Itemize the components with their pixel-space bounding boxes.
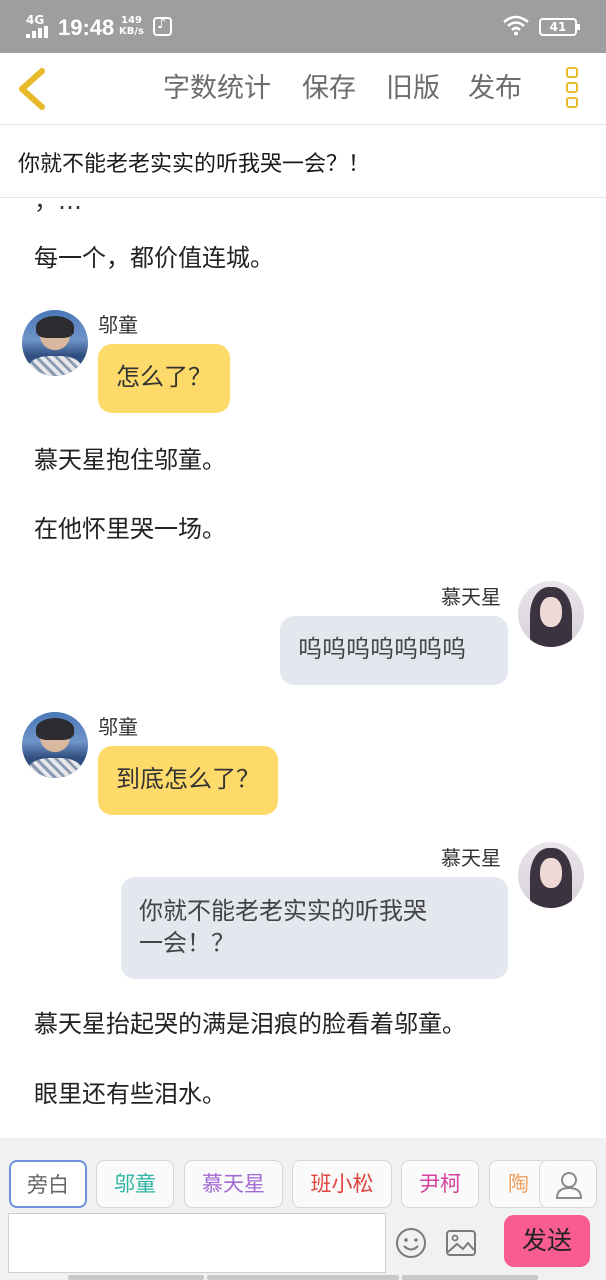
word-count-button[interactable]: 字数统计 xyxy=(163,71,271,107)
chat-bubble-right[interactable]: 你就不能老老实实的听我哭 一会！？ xyxy=(121,877,508,979)
music-icon xyxy=(153,16,172,36)
role-label: 尹柯 xyxy=(419,1172,461,1196)
send-button[interactable]: 发送 xyxy=(504,1215,590,1267)
network-type: 4G xyxy=(26,13,45,27)
role-label: 慕天星 xyxy=(202,1172,265,1196)
divider xyxy=(68,1275,204,1280)
save-button[interactable]: 保存 xyxy=(302,71,356,107)
user-icon xyxy=(555,1172,583,1199)
narration-line[interactable]: 慕天星抬起哭的满是泪痕的脸看着邬童。 xyxy=(34,1009,466,1039)
status-bar: 4G 19:48 149 KB/s 41 xyxy=(0,0,606,53)
avatar-wutong[interactable] xyxy=(22,310,88,376)
battery-icon: 41 xyxy=(539,18,580,36)
speaker-name: 邬童 xyxy=(98,313,138,337)
avatar-mutianxing[interactable] xyxy=(518,581,584,647)
speaker-name: 邬童 xyxy=(98,715,138,739)
signal-icon xyxy=(26,26,50,38)
role-tab-wutong[interactable]: 邬童 xyxy=(96,1160,174,1208)
speaker-name: 慕天星 xyxy=(441,846,501,870)
emoji-icon[interactable] xyxy=(394,1226,428,1260)
publish-button[interactable]: 发布 xyxy=(468,71,522,107)
divider xyxy=(207,1275,399,1280)
image-icon[interactable] xyxy=(444,1226,478,1260)
old-version-button[interactable]: 旧版 xyxy=(386,71,440,107)
role-label: 旁白 xyxy=(27,1173,69,1197)
cut-off-text: ，… xyxy=(34,199,82,215)
chevron-left-icon[interactable] xyxy=(12,65,56,113)
speaker-name: 慕天星 xyxy=(441,585,501,609)
role-label: 班小松 xyxy=(310,1172,374,1196)
network-speed-unit: KB/s xyxy=(119,26,144,37)
role-label: 邬童 xyxy=(114,1172,156,1196)
avatar-mutianxing[interactable] xyxy=(518,842,584,908)
status-time: 19:48 xyxy=(58,15,115,40)
role-tab-yinke[interactable]: 尹柯 xyxy=(401,1160,479,1208)
network-speed: 149 KB/s xyxy=(119,15,144,37)
chapter-title[interactable]: 你就不能老老实实的听我哭一会？！ xyxy=(18,146,370,178)
role-tab-mutianxing[interactable]: 慕天星 xyxy=(184,1160,283,1208)
narration-line[interactable]: 慕天星抱住邬童。 xyxy=(34,445,226,475)
network-speed-value: 149 xyxy=(121,15,142,26)
divider xyxy=(402,1275,538,1280)
narration-line[interactable]: 眼里还有些泪水。 xyxy=(34,1079,226,1109)
role-picker-button[interactable] xyxy=(539,1160,597,1208)
narration-line[interactable]: 在他怀里哭一场。 xyxy=(34,514,226,544)
top-toolbar: 字数统计 保存 旧版 发布 xyxy=(0,53,606,125)
message-input[interactable] xyxy=(8,1213,386,1273)
role-label: 陶西 xyxy=(508,1172,529,1196)
story-content[interactable]: ，… 每一个，都价值连城。 邬童 怎么了？ 慕天星抱住邬童。 在他怀里哭一场。 … xyxy=(0,199,606,1138)
composer-panel: 旁白 邬童 慕天星 班小松 尹柯 陶西 发送 xyxy=(0,1138,606,1280)
more-vertical-icon[interactable] xyxy=(566,67,580,113)
chat-bubble-left[interactable]: 怎么了？ xyxy=(98,344,230,413)
chat-bubble-left[interactable]: 到底怎么了？ xyxy=(98,746,278,815)
role-tab-narrator[interactable]: 旁白 xyxy=(9,1160,87,1208)
wifi-icon xyxy=(503,15,529,36)
chapter-title-bar[interactable]: 你就不能老老实实的听我哭一会？！ xyxy=(0,126,606,198)
chat-bubble-right[interactable]: 呜呜呜呜呜呜呜 xyxy=(280,616,508,685)
role-tab-banxiaosong[interactable]: 班小松 xyxy=(292,1160,392,1208)
bubble-line: 你就不能老老实实的听我哭 xyxy=(139,897,427,925)
narration-line[interactable]: 每一个，都价值连城。 xyxy=(34,243,274,273)
bubble-line: 一会！？ xyxy=(139,929,235,957)
avatar-wutong[interactable] xyxy=(22,712,88,778)
